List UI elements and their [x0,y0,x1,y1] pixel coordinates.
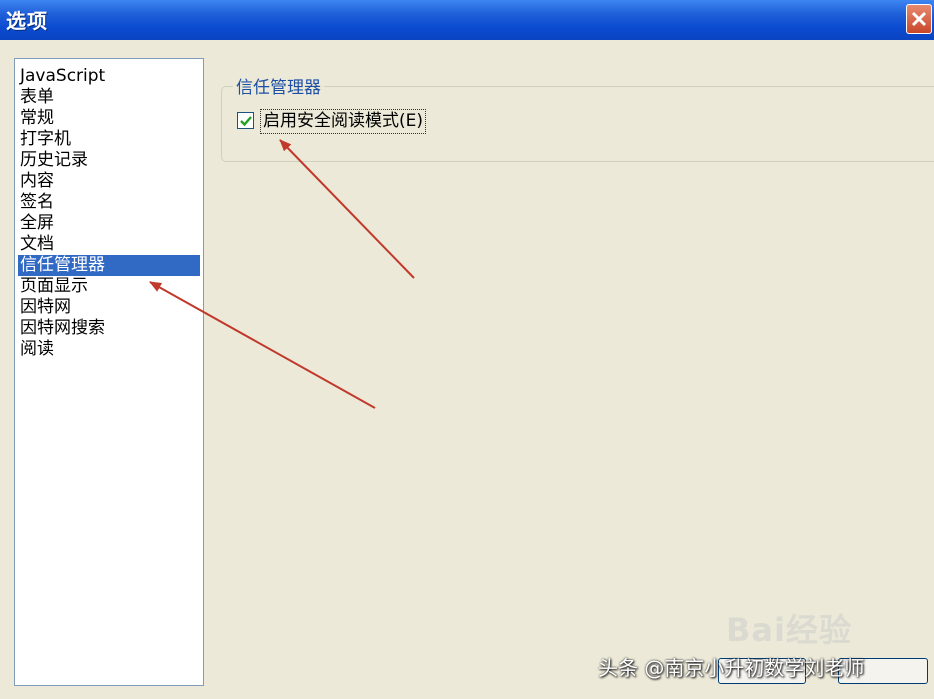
baidu-watermark: Bai经验 [726,611,852,649]
annotation-arrows [149,139,415,409]
arrow-to-selected-item [149,281,376,409]
arrow-to-checkbox [279,139,415,279]
credit-watermark: 头条 @南京小升初数学刘老师 [598,656,865,680]
